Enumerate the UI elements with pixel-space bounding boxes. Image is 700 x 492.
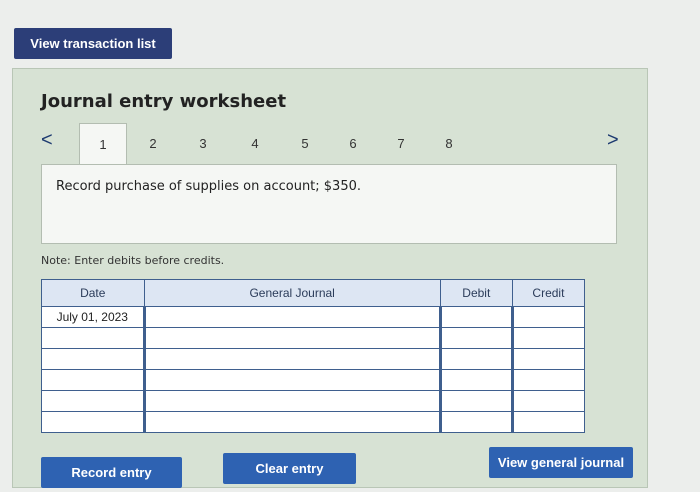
entry-tabs: < 1 2 3 4 5 6 7 8 > [37, 123, 629, 164]
credit-input[interactable] [510, 369, 586, 391]
chevron-right-icon[interactable]: > [607, 129, 619, 152]
journal-table: Date General Journal Debit Credit July 0… [41, 279, 586, 433]
record-entry-button[interactable]: Record entry [41, 457, 182, 488]
date-cell [41, 348, 145, 370]
account-input[interactable] [142, 348, 441, 370]
journal-entry-panel: Journal entry worksheet < 1 2 3 4 5 6 7 … [12, 68, 648, 488]
view-general-journal-button[interactable]: View general journal [489, 447, 633, 478]
credit-input[interactable] [510, 348, 586, 370]
tab-2[interactable]: 2 [129, 123, 177, 163]
credit-header: Credit [511, 279, 586, 307]
table-row [41, 369, 586, 391]
account-input[interactable] [142, 369, 441, 391]
debit-input[interactable] [438, 369, 513, 391]
table-row [41, 348, 586, 370]
debit-header: Debit [439, 279, 513, 307]
transaction-description: Record purchase of supplies on account; … [56, 179, 362, 194]
credit-input[interactable] [510, 306, 586, 328]
general-journal-header: General Journal [143, 279, 441, 307]
debit-input[interactable] [438, 327, 513, 349]
table-row [41, 390, 586, 412]
account-input[interactable] [142, 411, 441, 433]
clear-entry-button[interactable]: Clear entry [223, 453, 356, 484]
credit-input[interactable] [510, 327, 586, 349]
transaction-description-box: Record purchase of supplies on account; … [41, 164, 617, 244]
debit-input[interactable] [438, 348, 513, 370]
chevron-left-icon[interactable]: < [41, 129, 53, 152]
account-input[interactable] [142, 306, 441, 328]
tab-5[interactable]: 5 [281, 123, 329, 163]
tab-1[interactable]: 1 [79, 123, 127, 164]
tab-3[interactable]: 3 [179, 123, 227, 163]
debit-credit-note: Note: Enter debits before credits. [41, 254, 225, 267]
credit-input[interactable] [510, 411, 586, 433]
table-row: July 01, 2023 [41, 306, 586, 328]
worksheet-title: Journal entry worksheet [41, 91, 287, 112]
tab-4[interactable]: 4 [231, 123, 279, 163]
date-cell: July 01, 2023 [41, 306, 145, 328]
table-row [41, 411, 586, 433]
debit-input[interactable] [438, 306, 513, 328]
account-input[interactable] [142, 327, 441, 349]
tab-6[interactable]: 6 [329, 123, 377, 163]
view-transaction-list-button[interactable]: View transaction list [14, 28, 172, 59]
debit-input[interactable] [438, 411, 513, 433]
table-row [41, 327, 586, 349]
date-cell [41, 390, 145, 412]
tab-7[interactable]: 7 [377, 123, 425, 163]
date-cell [41, 411, 145, 433]
debit-input[interactable] [438, 390, 513, 412]
date-header: Date [41, 279, 145, 307]
account-input[interactable] [142, 390, 441, 412]
date-cell [41, 369, 145, 391]
tab-8[interactable]: 8 [425, 123, 473, 163]
date-cell [41, 327, 145, 349]
credit-input[interactable] [510, 390, 586, 412]
